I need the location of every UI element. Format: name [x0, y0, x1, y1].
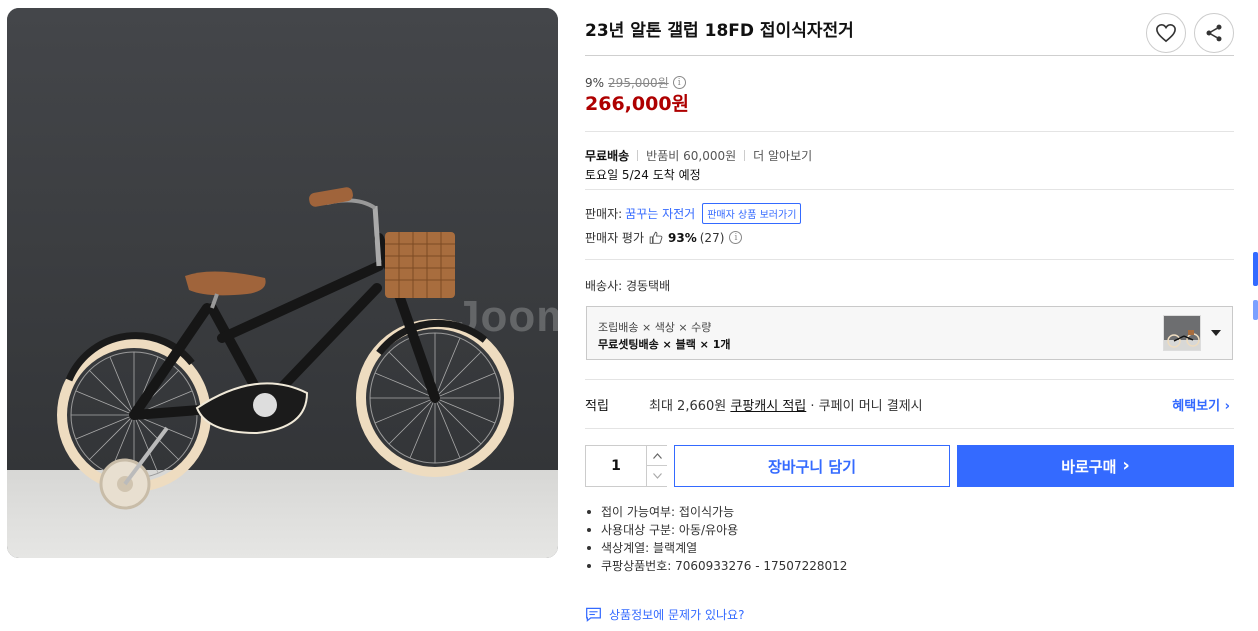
scroll-indicator[interactable] — [1253, 252, 1258, 286]
add-to-cart-button[interactable]: 장바구니 담기 — [674, 445, 950, 487]
seller-rating-percent: 93% — [668, 230, 697, 245]
seller-row: 판매자: 꿈꾸는 자전거 판매자 상품 보러가기 — [585, 203, 802, 224]
divider — [585, 55, 1234, 56]
chevron-down-icon[interactable] — [1211, 330, 1221, 336]
separator — [744, 150, 746, 161]
info-icon[interactable]: i — [672, 76, 686, 89]
scroll-indicator[interactable] — [1253, 300, 1258, 320]
view-benefits-link[interactable]: 혜택보기 › — [1172, 395, 1230, 414]
option-thumbnail — [1163, 315, 1201, 351]
quantity-increase-button[interactable] — [646, 446, 667, 466]
separator — [637, 150, 639, 161]
list-item: 색상계열: 블랙계열 — [585, 539, 847, 557]
chevron-up-icon — [652, 452, 662, 459]
chevron-down-icon — [652, 473, 662, 479]
product-title: 23년 알톤 갤럽 18FD 접이식자전거 — [585, 21, 854, 41]
discount-rate: 9% — [585, 75, 605, 90]
buy-now-button[interactable]: 바로구매 › — [957, 445, 1234, 487]
list-item: 사용대상 구분: 아동/유아용 — [585, 521, 847, 539]
arrival-date: 토요일 5/24 도착 예정 — [585, 168, 701, 182]
report-problem-link[interactable]: 상품정보에 문제가 있나요? — [585, 606, 744, 623]
chat-icon — [586, 607, 601, 622]
option-selector[interactable]: 조립배송 × 색상 × 수량 무료셋팅배송 × 블랙 × 1개 — [586, 306, 1233, 360]
seller-rating-count: (27) — [699, 230, 725, 245]
free-shipping-label: 무료배송 — [585, 149, 630, 163]
option-label: 조립배송 × 색상 × 수량 — [598, 321, 712, 334]
seller-name-link[interactable]: 꿈꾸는 자전거 — [625, 205, 695, 222]
thumbs-up-icon — [649, 231, 663, 244]
bicycle-illustration — [57, 187, 514, 510]
divider — [585, 259, 1234, 260]
quantity-value[interactable]: 1 — [586, 458, 646, 474]
shipping-row: 무료배송 반품비 60,000원 더 알아보기 — [585, 147, 812, 164]
seller-rating-row: 판매자 평가 93% (27) i — [585, 229, 743, 246]
seller-products-button[interactable]: 판매자 상품 보러가기 — [702, 203, 802, 224]
seller-label: 판매자: — [585, 207, 623, 221]
option-value: 무료셋팅배송 × 블랙 × 1개 — [598, 338, 731, 351]
info-icon[interactable]: i — [729, 231, 743, 244]
wishlist-button[interactable] — [1146, 13, 1186, 53]
quantity-decrease-button[interactable] — [646, 466, 667, 486]
divider — [585, 379, 1234, 380]
reward-label: 적립 — [585, 399, 609, 414]
seller-rating-label: 판매자 평가 — [585, 231, 645, 245]
list-item: 쿠팡상품번호: 7060933276 - 17507228012 — [585, 557, 847, 575]
divider — [585, 131, 1234, 132]
list-item: 접이 가능여부: 접이식가능 — [585, 503, 847, 521]
buy-now-label: 바로구매 — [1061, 457, 1117, 476]
divider — [585, 189, 1234, 190]
heart-icon — [1156, 23, 1176, 43]
sale-price: 266,000원 — [585, 93, 690, 115]
product-image[interactable]: Joom — [7, 8, 558, 558]
report-problem-label: 상품정보에 문제가 있나요? — [609, 608, 745, 622]
spec-list: 접이 가능여부: 접이식가능 사용대상 구분: 아동/유아용 색상계열: 블랙계… — [585, 503, 847, 575]
return-fee: 반품비 60,000원 — [646, 149, 737, 163]
divider — [585, 428, 1234, 429]
reward-description: 최대 2,660원 쿠팡캐시 적립 · 쿠페이 머니 결제시 — [649, 399, 923, 414]
quantity-stepper[interactable]: 1 — [585, 445, 667, 487]
share-button[interactable] — [1194, 13, 1234, 53]
chevron-right-icon: › — [1122, 455, 1130, 476]
coupang-cash-link[interactable]: 쿠팡캐시 적립 — [730, 399, 806, 414]
courier-info: 배송사: 경동택배 — [585, 279, 671, 293]
learn-more-link[interactable]: 더 알아보기 — [753, 147, 812, 164]
share-icon — [1206, 24, 1222, 42]
